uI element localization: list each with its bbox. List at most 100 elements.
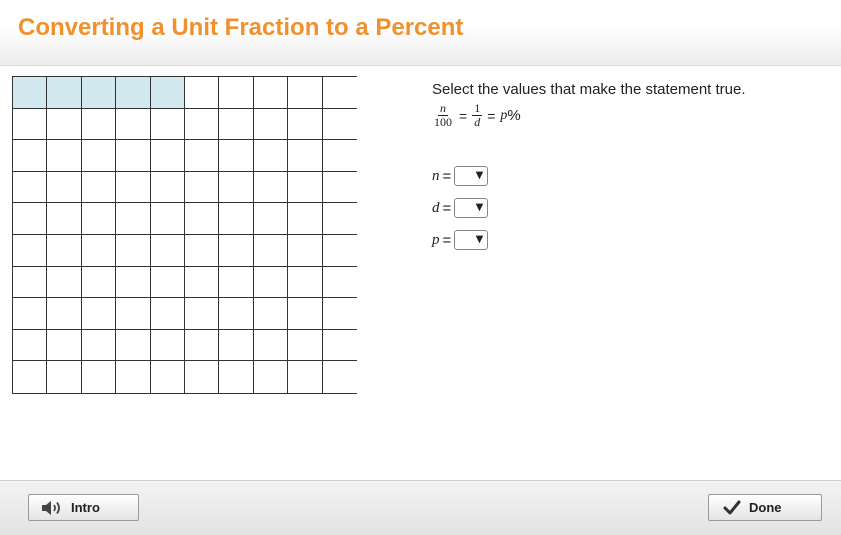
- grid-cell: [253, 108, 289, 141]
- grid-cell: [322, 77, 357, 109]
- fraction-denominator: d: [474, 115, 481, 129]
- grid-cell-shaded: [81, 77, 117, 109]
- grid-cell: [47, 171, 82, 204]
- equals-sign: =: [442, 199, 452, 217]
- grid-cell: [184, 298, 220, 330]
- grid-cell: [288, 298, 323, 330]
- n-dropdown[interactable]: ▼: [454, 166, 489, 186]
- grid-cell-shaded: [116, 77, 151, 109]
- grid-cell: [219, 171, 254, 204]
- grid-cell: [219, 266, 254, 299]
- grid-cell: [150, 234, 185, 267]
- equals-sign: =: [442, 167, 452, 185]
- grid-cell: [253, 77, 289, 109]
- grid-cell: [322, 298, 357, 330]
- equals-sign: =: [459, 107, 468, 124]
- grid-cell: [116, 298, 151, 330]
- grid-cell: [150, 329, 185, 362]
- grid-cell: [81, 329, 117, 362]
- equals-sign: =: [442, 231, 452, 249]
- grid-cell: [253, 266, 289, 299]
- grid-cell: [81, 266, 117, 299]
- grid-cell: [116, 203, 151, 235]
- instruction-text: Select the values that make the statemen…: [432, 81, 746, 98]
- grid-cell: [219, 298, 254, 330]
- grid-cell: [13, 108, 48, 141]
- grid-cell: [184, 361, 220, 393]
- grid-cell: [47, 234, 82, 267]
- grid-cell: [81, 171, 117, 204]
- grid-cell: [116, 361, 151, 393]
- grid-cell: [288, 266, 323, 299]
- grid-cell: [184, 203, 220, 235]
- chevron-down-icon: ▼: [475, 202, 484, 213]
- grid-cell: [288, 140, 323, 172]
- grid-cell: [81, 234, 117, 267]
- hundred-grid: [12, 76, 357, 394]
- intro-label: Intro: [71, 500, 100, 515]
- page-title: Converting a Unit Fraction to a Percent: [18, 14, 464, 41]
- grid-cell: [184, 266, 220, 299]
- fraction-n-over-100: n 100: [432, 102, 454, 129]
- grid-cell: [219, 108, 254, 141]
- done-label: Done: [749, 500, 782, 515]
- grid-cell: [81, 203, 117, 235]
- grid-cell-shaded: [150, 77, 185, 109]
- grid-cell: [253, 140, 289, 172]
- p-dropdown[interactable]: ▼: [454, 230, 489, 250]
- grid-cell: [184, 108, 220, 141]
- grid-cell: [150, 203, 185, 235]
- header-bar: Converting a Unit Fraction to a Percent: [0, 0, 841, 66]
- grid-cell: [13, 329, 48, 362]
- fraction-1-over-d: 1 d: [472, 101, 483, 129]
- grid-cell: [47, 203, 82, 235]
- n-label: n: [432, 167, 440, 184]
- fraction-denominator: 100: [434, 115, 452, 129]
- grid-cell: [150, 140, 185, 172]
- grid-cell: [322, 329, 357, 362]
- fraction-numerator: 1: [472, 101, 483, 116]
- fraction-numerator: n: [438, 101, 448, 116]
- grid-cell: [322, 203, 357, 235]
- speaker-icon: [41, 499, 63, 517]
- grid-cell: [116, 140, 151, 172]
- grid-cell: [253, 171, 289, 204]
- d-dropdown[interactable]: ▼: [454, 198, 489, 218]
- grid-cell: [47, 361, 82, 393]
- grid-cell: [288, 171, 323, 204]
- grid-cell: [288, 234, 323, 267]
- grid-cell: [184, 171, 220, 204]
- grid-cell: [150, 171, 185, 204]
- grid-cell: [219, 234, 254, 267]
- grid-cell: [288, 361, 323, 393]
- chevron-down-icon: ▼: [475, 170, 484, 181]
- grid-cell: [322, 108, 357, 141]
- grid-cell: [150, 361, 185, 393]
- d-field-row: d = ▼: [432, 198, 489, 218]
- grid-cell: [322, 171, 357, 204]
- grid-cell: [13, 361, 48, 393]
- grid-cell: [253, 203, 289, 235]
- grid-cell: [219, 361, 254, 393]
- grid-cell: [13, 203, 48, 235]
- n-field-row: n = ▼: [432, 166, 489, 186]
- grid-cell: [322, 266, 357, 299]
- grid-cell: [253, 234, 289, 267]
- grid-cell: [47, 329, 82, 362]
- grid-cell: [47, 140, 82, 172]
- grid-cell: [219, 329, 254, 362]
- grid-cell: [219, 140, 254, 172]
- grid-cell-shaded: [13, 77, 48, 109]
- grid-cell: [150, 298, 185, 330]
- grid-cell: [116, 266, 151, 299]
- grid-cell: [253, 298, 289, 330]
- grid-cell: [13, 234, 48, 267]
- grid-cell: [81, 140, 117, 172]
- grid-cell: [47, 108, 82, 141]
- intro-button[interactable]: Intro: [28, 494, 139, 521]
- grid-cell: [184, 234, 220, 267]
- grid-cell: [13, 298, 48, 330]
- grid-cell: [253, 329, 289, 362]
- done-button[interactable]: Done: [708, 494, 822, 521]
- grid-cell: [13, 140, 48, 172]
